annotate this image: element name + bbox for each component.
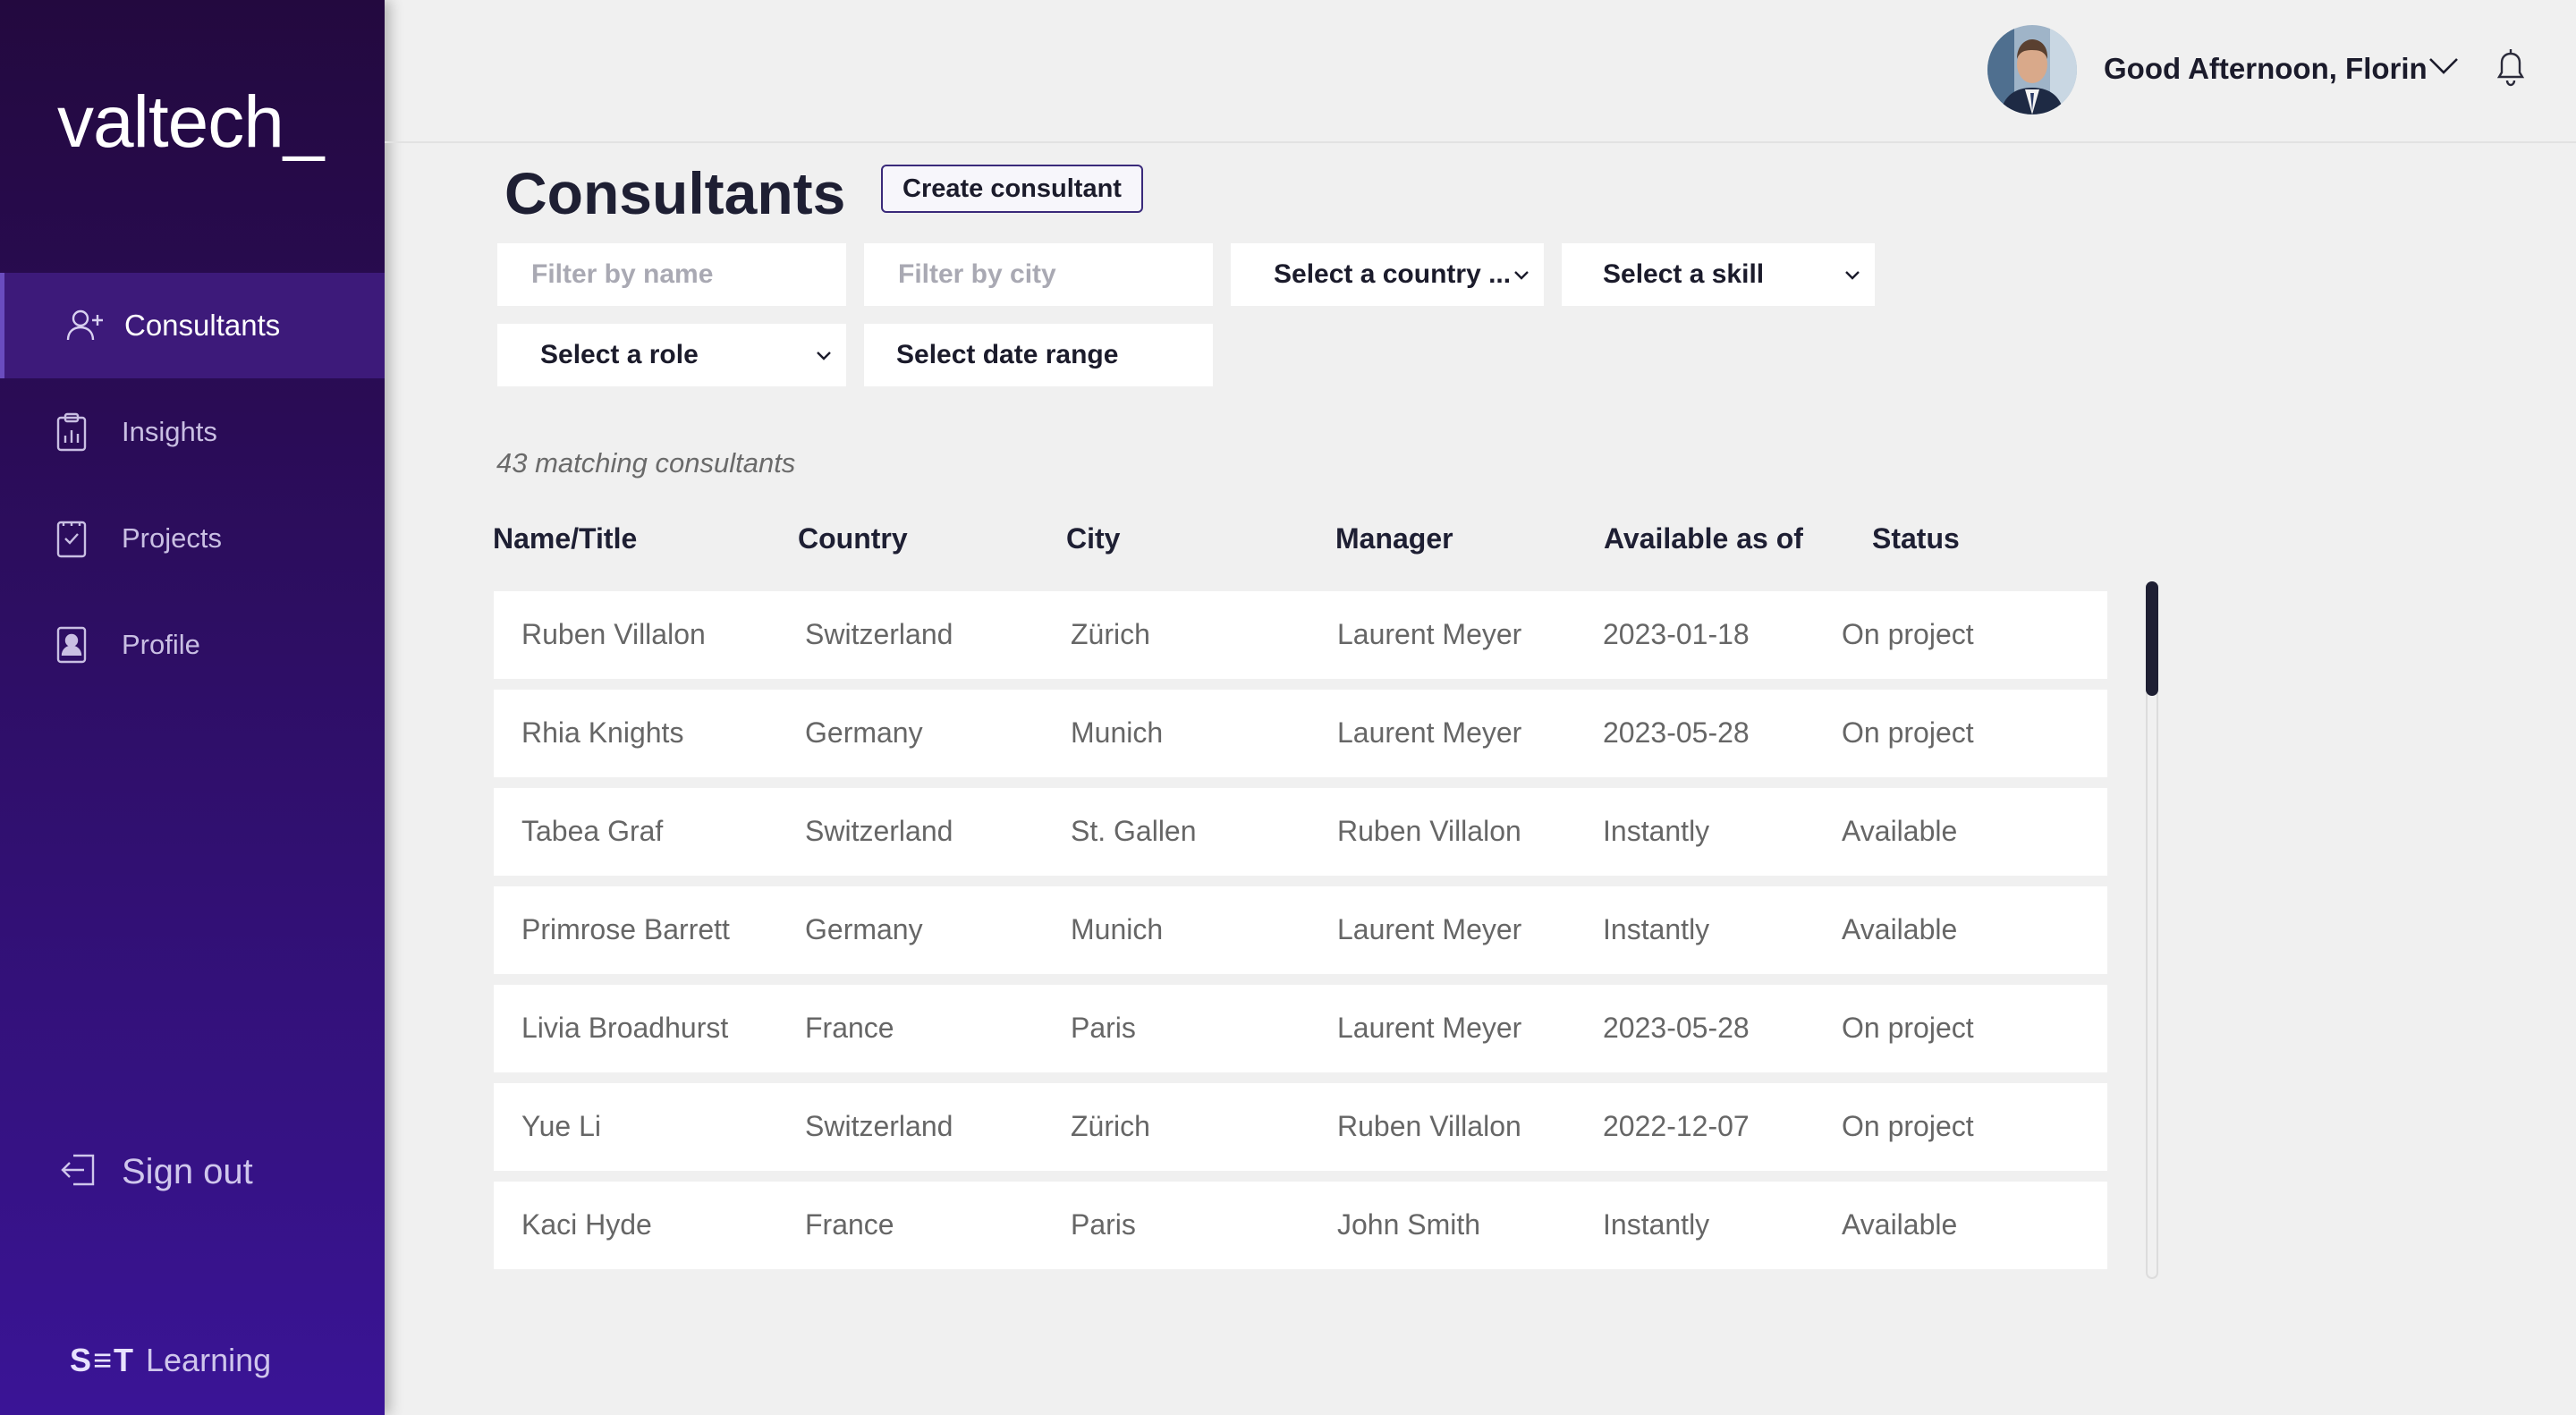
skill-select-value: Select a skill xyxy=(1603,259,1765,289)
cell-status: On project xyxy=(1842,716,1974,749)
cell-available: 2023-05-28 xyxy=(1603,716,1750,749)
cell-city: Munich xyxy=(1071,913,1164,945)
cell-available: Instantly xyxy=(1603,1208,1710,1241)
cell-status: Available xyxy=(1842,913,1958,945)
cell-available: 2022-12-07 xyxy=(1603,1110,1750,1142)
create-consultant-button[interactable]: Create consultant xyxy=(881,165,1143,213)
sign-out-button[interactable]: Sign out xyxy=(59,1152,253,1192)
cell-name: Livia Broadhurst xyxy=(521,1012,729,1044)
cell-city: Paris xyxy=(1071,1012,1136,1044)
checklist-icon xyxy=(52,519,91,558)
cell-name: Ruben Villalon xyxy=(521,618,706,650)
date-range-picker[interactable]: Select date range xyxy=(864,324,1213,386)
column-header-name[interactable]: Name/Title xyxy=(493,522,637,555)
table-row[interactable]: Livia Broadhurst France Paris Laurent Me… xyxy=(494,985,2107,1072)
country-select-value: Select a country ... xyxy=(1274,259,1512,289)
table-row[interactable]: Tabea Graf Switzerland St. Gallen Ruben … xyxy=(494,788,2107,876)
cell-country: France xyxy=(805,1012,894,1044)
name-filter-placeholder: Filter by name xyxy=(531,259,714,289)
cell-manager: Ruben Villalon xyxy=(1337,1110,1521,1142)
cell-name: Tabea Graf xyxy=(521,815,664,847)
set-logo-mark: S≡T xyxy=(70,1342,136,1378)
name-filter-input[interactable]: Filter by name xyxy=(497,243,846,306)
chevron-down-icon xyxy=(1514,271,1529,280)
country-select[interactable]: Select a country ... xyxy=(1231,243,1544,306)
greeting-text: Good Afternoon, Florin xyxy=(2104,52,2428,85)
table-row[interactable]: Ruben Villalon Switzerland Zürich Lauren… xyxy=(494,591,2107,679)
cell-status: Available xyxy=(1842,1208,1958,1241)
cell-city: Zürich xyxy=(1071,618,1150,650)
cell-name: Primrose Barrett xyxy=(521,913,730,945)
set-learning-logo: S≡T Learning xyxy=(70,1342,271,1379)
sidebar-item-consultants[interactable]: Consultants xyxy=(0,273,385,378)
column-header-available[interactable]: Available as of xyxy=(1604,522,1803,555)
cell-country: Germany xyxy=(805,716,923,749)
city-filter-placeholder: Filter by city xyxy=(898,259,1056,289)
cell-status: On project xyxy=(1842,1110,1974,1142)
sidebar-item-label: Insights xyxy=(122,416,217,447)
cell-country: Switzerland xyxy=(805,815,953,847)
chevron-down-icon xyxy=(1845,271,1860,280)
result-count: 43 matching consultants xyxy=(496,447,796,479)
avatar[interactable] xyxy=(1987,25,2077,114)
cell-country: Germany xyxy=(805,913,923,945)
column-header-country[interactable]: Country xyxy=(798,522,908,555)
skill-select[interactable]: Select a skill xyxy=(1562,243,1875,306)
sidebar-item-label: Projects xyxy=(122,522,222,554)
cell-city: St. Gallen xyxy=(1071,815,1197,847)
cell-manager: Laurent Meyer xyxy=(1337,913,1522,945)
logo[interactable]: valtech_ xyxy=(57,86,324,159)
cell-manager: Laurent Meyer xyxy=(1337,618,1522,650)
cell-available: Instantly xyxy=(1603,913,1710,945)
page-title: Consultants xyxy=(504,160,846,226)
cell-manager: John Smith xyxy=(1337,1208,1481,1241)
cell-status: On project xyxy=(1842,1012,1974,1044)
table-row[interactable]: Rhia Knights Germany Munich Laurent Meye… xyxy=(494,690,2107,777)
column-header-manager[interactable]: Manager xyxy=(1335,522,1453,555)
cell-country: France xyxy=(805,1208,894,1241)
cell-country: Switzerland xyxy=(805,618,953,650)
table-row[interactable]: Yue Li Switzerland Zürich Ruben Villalon… xyxy=(494,1083,2107,1171)
id-badge-icon xyxy=(52,625,91,665)
cell-country: Switzerland xyxy=(805,1110,953,1142)
table-scrollbar-thumb[interactable] xyxy=(2146,581,2158,696)
sidebar-item-projects[interactable]: Projects xyxy=(0,486,385,591)
cell-city: Munich xyxy=(1071,716,1164,749)
user-plus-icon xyxy=(65,306,105,345)
set-logo-text: Learning xyxy=(146,1342,272,1378)
sign-out-icon xyxy=(59,1152,98,1192)
cell-available: 2023-05-28 xyxy=(1603,1012,1750,1044)
cell-name: Rhia Knights xyxy=(521,716,684,749)
cell-name: Kaci Hyde xyxy=(521,1208,652,1241)
sidebar: valtech_ Consultants Insights Projects P… xyxy=(0,0,385,1415)
cell-manager: Ruben Villalon xyxy=(1337,815,1521,847)
chevron-down-icon xyxy=(817,352,831,360)
sidebar-item-label: Consultants xyxy=(124,309,281,342)
bell-icon[interactable] xyxy=(2494,45,2528,92)
cell-manager: Laurent Meyer xyxy=(1337,716,1522,749)
chevron-down-icon[interactable] xyxy=(2428,55,2460,81)
column-header-city[interactable]: City xyxy=(1066,522,1120,555)
cell-available: Instantly xyxy=(1603,815,1710,847)
cell-status: Available xyxy=(1842,815,1958,847)
cell-city: Zürich xyxy=(1071,1110,1150,1142)
role-select-value: Select a role xyxy=(540,340,699,369)
clipboard-chart-icon xyxy=(52,412,91,452)
cell-status: On project xyxy=(1842,618,1974,650)
sign-out-label: Sign out xyxy=(122,1152,253,1191)
role-select[interactable]: Select a role xyxy=(497,324,846,386)
sidebar-item-label: Profile xyxy=(122,629,200,660)
table-row[interactable]: Kaci Hyde France Paris John Smith Instan… xyxy=(494,1182,2107,1269)
city-filter-input[interactable]: Filter by city xyxy=(864,243,1213,306)
cell-city: Paris xyxy=(1071,1208,1136,1241)
date-range-value: Select date range xyxy=(896,340,1119,369)
sidebar-item-profile[interactable]: Profile xyxy=(0,592,385,698)
table-row[interactable]: Primrose Barrett Germany Munich Laurent … xyxy=(494,886,2107,974)
cell-available: 2023-01-18 xyxy=(1603,618,1750,650)
cell-manager: Laurent Meyer xyxy=(1337,1012,1522,1044)
cell-name: Yue Li xyxy=(521,1110,601,1142)
sidebar-item-insights[interactable]: Insights xyxy=(0,379,385,485)
column-header-status[interactable]: Status xyxy=(1872,522,1960,555)
